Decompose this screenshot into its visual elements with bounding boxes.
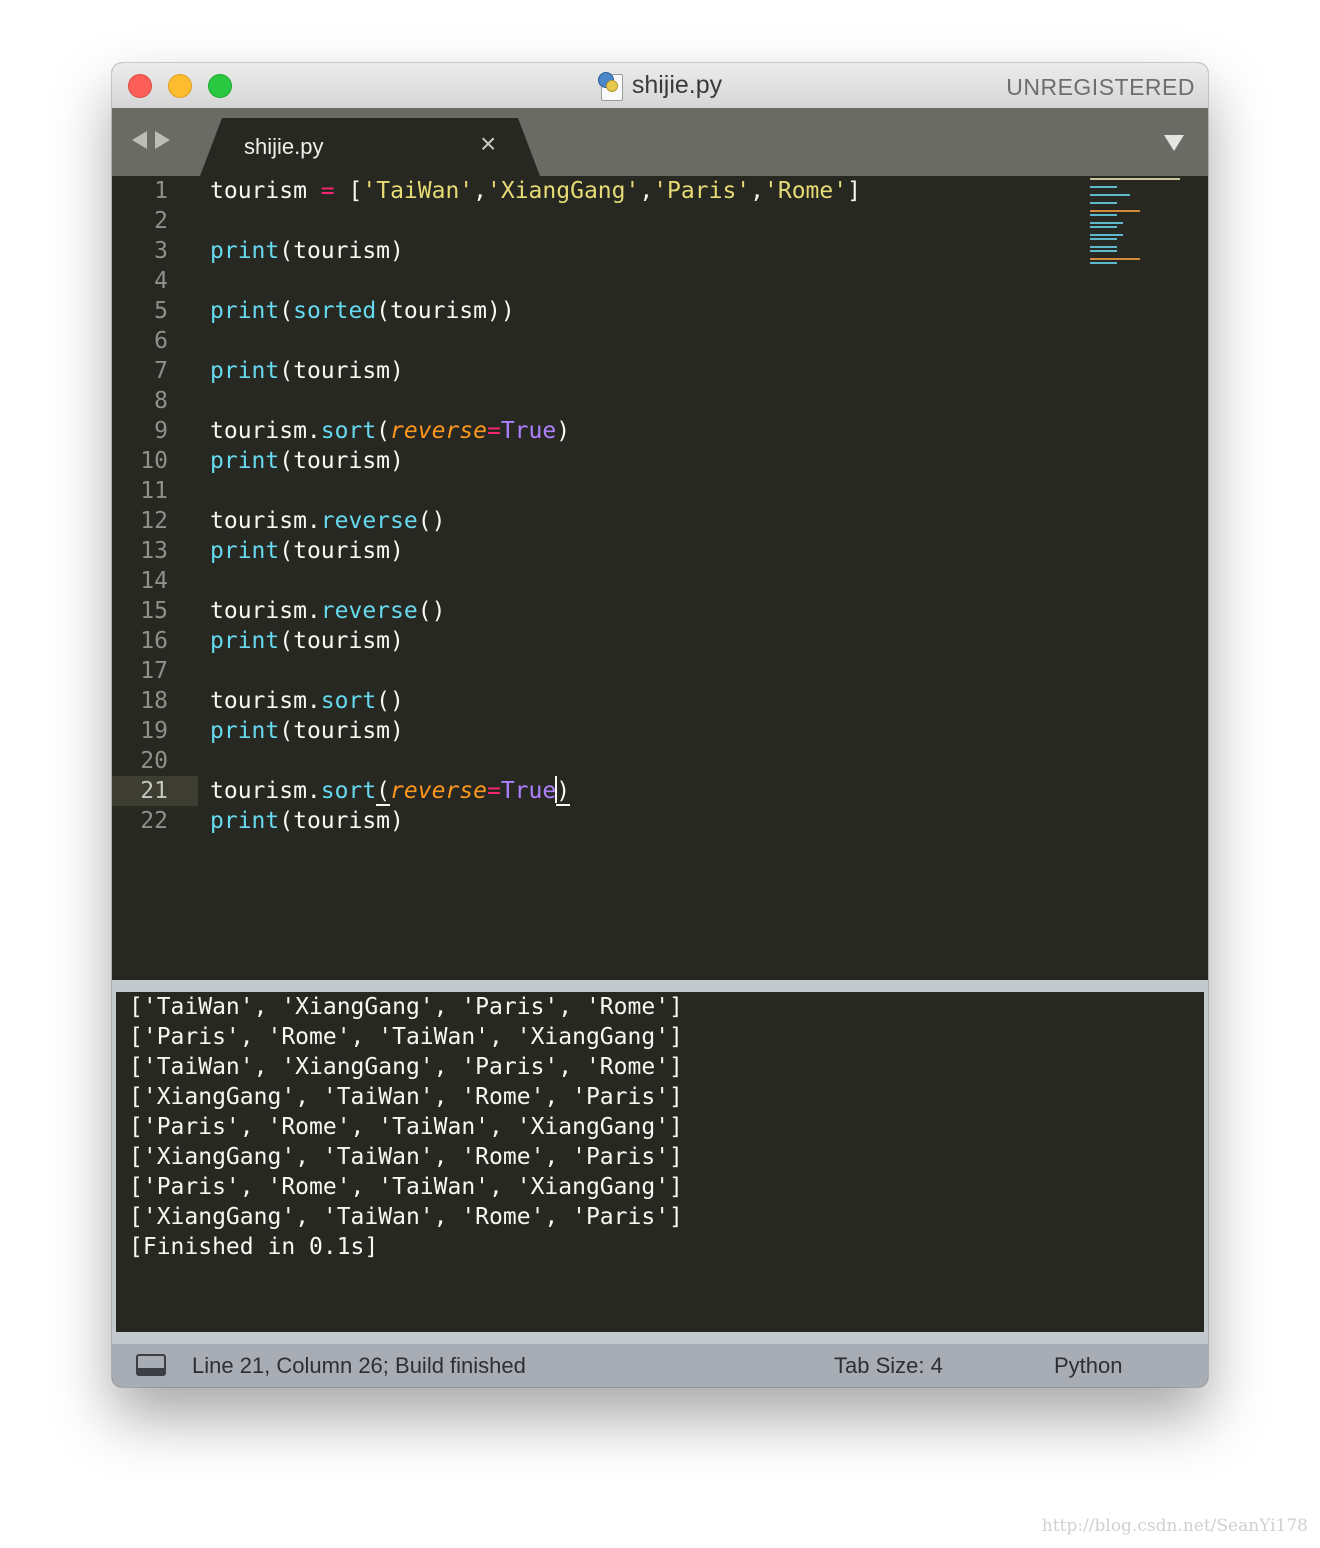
line-number: 14: [140, 568, 168, 594]
tab-close-icon[interactable]: ×: [480, 130, 496, 158]
output-line: ['Paris', 'Rome', 'TaiWan', 'XiangGang']: [129, 1114, 683, 1140]
output-line: ['Paris', 'Rome', 'TaiWan', 'XiangGang']: [129, 1024, 683, 1050]
line-number: 6: [154, 328, 168, 354]
output-frame-bottom: [112, 1332, 1208, 1344]
syntax-selector[interactable]: Python: [1054, 1344, 1123, 1387]
panel-toggle-icon[interactable]: [136, 1354, 166, 1376]
line-number: 16: [140, 628, 168, 654]
code-line-16[interactable]: print(tourism): [210, 626, 404, 656]
line-number: 20: [140, 748, 168, 774]
line-number: 18: [140, 688, 168, 714]
status-bar: Line 21, Column 26; Build finished Tab S…: [112, 1344, 1208, 1387]
minimap[interactable]: [1090, 176, 1182, 266]
code-editor[interactable]: 1 2 3 4 5 6 7 8 9 10 11 12 13 14 15 16 17 18 19 20 21 22 tour…: [112, 176, 1208, 980]
line-number: 15: [140, 598, 168, 624]
output-line: ['TaiWan', 'XiangGang', 'Paris', 'Rome']: [129, 994, 683, 1020]
line-number: 7: [154, 358, 168, 384]
code-line-18[interactable]: tourism.sort(): [210, 686, 404, 716]
code-line-15[interactable]: tourism.reverse(): [210, 596, 445, 626]
tab-shijie-py[interactable]: shijie.py ×: [200, 118, 540, 176]
line-number: 10: [140, 448, 168, 474]
line-number: 19: [140, 718, 168, 744]
line-number: 17: [140, 658, 168, 684]
line-number: 8: [154, 388, 168, 414]
line-number: 5: [154, 298, 168, 324]
output-line: ['XiangGang', 'TaiWan', 'Rome', 'Paris']: [129, 1144, 683, 1170]
watermark: http://blog.csdn.net/SeanYi178: [1041, 1516, 1308, 1536]
code-line-19[interactable]: print(tourism): [210, 716, 404, 746]
line-number: 12: [140, 508, 168, 534]
code-line-3[interactable]: print(tourism): [210, 236, 404, 266]
tab-bar: shijie.py ×: [112, 108, 1208, 176]
output-line: ['XiangGang', 'TaiWan', 'Rome', 'Paris']: [129, 1204, 683, 1230]
tab-size-selector[interactable]: Tab Size: 4: [834, 1344, 943, 1387]
output-frame-right: [1204, 992, 1208, 1332]
tab-label: shijie.py: [244, 134, 324, 159]
line-number: 11: [140, 478, 168, 504]
unregistered-label: UNREGISTERED: [1006, 74, 1195, 100]
build-output-panel[interactable]: ['TaiWan', 'XiangGang', 'Paris', 'Rome']…: [116, 992, 1204, 1332]
output-line: ['XiangGang', 'TaiWan', 'Rome', 'Paris']: [129, 1084, 683, 1110]
code-line-1[interactable]: tourism = ['TaiWan','XiangGang','Paris',…: [210, 176, 861, 206]
line-number: 22: [140, 808, 168, 834]
build-finished-line: [Finished in 0.1s]: [129, 1234, 379, 1260]
code-line-13[interactable]: print(tourism): [210, 536, 404, 566]
code-line-5[interactable]: print(sorted(tourism)): [210, 296, 515, 326]
python-file-icon: [597, 71, 624, 101]
code-line-22[interactable]: print(tourism): [210, 806, 404, 836]
tab-dropdown-icon[interactable]: [1164, 135, 1184, 151]
line-number: 1: [154, 178, 168, 204]
forward-arrow-icon[interactable]: [155, 131, 170, 149]
output-panel-divider[interactable]: [112, 980, 1208, 992]
title-bar[interactable]: shijie.py UNREGISTERED: [112, 63, 1208, 109]
line-number: 3: [154, 238, 168, 264]
editor-window: shijie.py UNREGISTERED shijie.py × 12345…: [112, 63, 1208, 1387]
line-number: 13: [140, 538, 168, 564]
code-line-10[interactable]: print(tourism): [210, 446, 404, 476]
output-line: ['TaiWan', 'XiangGang', 'Paris', 'Rome']: [129, 1054, 683, 1080]
code-line-9[interactable]: tourism.sort(reverse=True): [210, 416, 570, 446]
line-number: 21: [112, 776, 198, 806]
code-line-7[interactable]: print(tourism): [210, 356, 404, 386]
line-number: 2: [154, 208, 168, 234]
tab-navigation: [132, 131, 170, 149]
line-number: 9: [154, 418, 168, 444]
window-title-text: shijie.py: [631, 71, 723, 99]
line-number: 4: [154, 268, 168, 294]
code-line-12[interactable]: tourism.reverse(): [210, 506, 445, 536]
cursor-position-status: Line 21, Column 26; Build finished: [192, 1353, 526, 1378]
back-arrow-icon[interactable]: [132, 131, 147, 149]
output-line: ['Paris', 'Rome', 'TaiWan', 'XiangGang']: [129, 1174, 683, 1200]
code-line-21[interactable]: tourism.sort(reverse=True): [210, 776, 571, 806]
